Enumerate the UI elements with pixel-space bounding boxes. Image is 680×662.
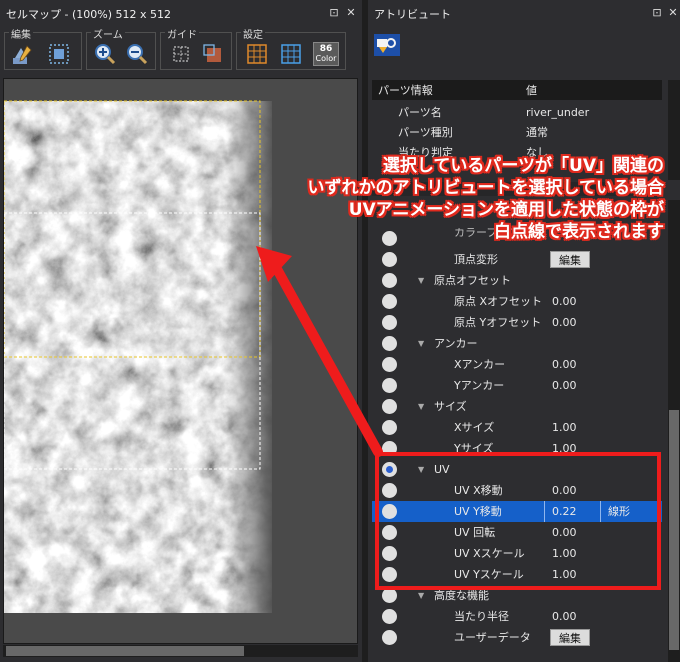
attribute-label: ユーザーデータ	[454, 631, 531, 644]
pin-icon[interactable]: ⊡	[650, 6, 664, 20]
attribute-group-row[interactable]: ▼ サイズ	[372, 396, 662, 417]
background-color-button[interactable]: 86 Color	[313, 42, 339, 66]
top-table-scrollbar[interactable]	[668, 80, 680, 180]
settings-group: 設定 86 Color	[236, 26, 346, 70]
annotation-line-4: 白点線で表示されます	[494, 222, 664, 242]
annotation-text: 選択しているパーツが「UV」関連の いずれかのアトリビュートを選択している場合 …	[308, 155, 665, 243]
attribute-value[interactable]: 0.00	[552, 291, 577, 312]
attribute-label: 原点 Xオフセット	[454, 295, 543, 308]
attribute-label: 頂点変形	[454, 253, 498, 266]
attribute-group-label: サイズ	[434, 400, 467, 413]
edit-button[interactable]: 編集	[550, 251, 590, 268]
close-icon[interactable]: ✕	[344, 6, 358, 20]
river-texture-image	[4, 79, 357, 643]
cellmap-title: セルマップ - (100%) 512 x 512	[6, 8, 171, 21]
guide-group: ガイド	[160, 26, 232, 70]
zoom-group-label: ズーム	[91, 26, 125, 41]
guide-origin-icon[interactable]	[201, 42, 225, 66]
attribute-value[interactable]: 1.00	[552, 417, 577, 438]
keyframe-radio[interactable]	[382, 336, 397, 351]
settings-group-label: 設定	[241, 26, 265, 41]
uv-highlight-box	[375, 452, 661, 590]
select-cell-icon[interactable]	[47, 42, 71, 66]
color-button-number: 86	[319, 44, 333, 54]
attribute-group-label: アンカー	[434, 337, 478, 350]
attribute-value[interactable]: 0.00	[552, 375, 577, 396]
attribute-row[interactable]: ユーザーデータ 編集	[372, 627, 662, 648]
attribute-table-header: パーツ情報 値	[372, 80, 662, 100]
keyframe-radio[interactable]	[382, 630, 397, 645]
cellmap-titlebar: セルマップ - (100%) 512 x 512 ⊡ ✕	[0, 0, 362, 28]
zoom-in-icon[interactable]	[93, 42, 117, 66]
cellmap-hscroll-thumb[interactable]	[6, 646, 244, 656]
zoom-out-icon[interactable]	[125, 42, 149, 66]
zoom-group: ズーム	[86, 26, 156, 70]
keyframe-radio[interactable]	[382, 399, 397, 414]
cellmap-viewport[interactable]	[3, 78, 358, 644]
key-frame-icon[interactable]	[374, 34, 400, 56]
attribute-row[interactable]: Xサイズ 1.00	[372, 417, 662, 438]
attribute-label: Xアンカー	[454, 358, 506, 371]
attribute-row[interactable]: Xアンカー 0.00	[372, 354, 662, 375]
keyframe-radio[interactable]	[382, 252, 397, 267]
parts-info-label: パーツ種別	[398, 126, 453, 139]
attribute-row[interactable]: Yアンカー 0.00	[372, 375, 662, 396]
attribute-scroll-thumb[interactable]	[669, 410, 679, 650]
parts-info-value: river_under	[526, 106, 590, 119]
attribute-row[interactable]: 原点 Xオフセット 0.00	[372, 291, 662, 312]
attribute-row[interactable]: 頂点変形 編集	[372, 249, 662, 270]
edit-group: 編集	[4, 26, 82, 70]
expand-triangle-icon[interactable]: ▼	[418, 270, 424, 291]
attribute-label: Xサイズ	[454, 421, 495, 434]
keyframe-radio[interactable]	[382, 420, 397, 435]
attribute-value[interactable]: 0.00	[552, 354, 577, 375]
annotation-line-3: UVアニメーションを適用した状態の枠が	[348, 200, 664, 220]
header-value: 値	[526, 84, 537, 97]
keyframe-radio[interactable]	[382, 378, 397, 393]
attribute-titlebar: アトリビュート ⊡ ✕	[368, 0, 680, 28]
grid-orange-icon[interactable]	[245, 42, 269, 66]
guide-group-label: ガイド	[165, 26, 199, 41]
keyframe-radio[interactable]	[382, 315, 397, 330]
attribute-row[interactable]: 当たり半径 0.00	[372, 606, 662, 627]
parts-info-row[interactable]: パーツ名 river_under	[372, 102, 662, 123]
attribute-row[interactable]: 原点 Yオフセット 0.00	[372, 312, 662, 333]
attribute-value[interactable]: 0.00	[552, 312, 577, 333]
edit-button[interactable]: 編集	[550, 629, 590, 646]
attribute-label: Yアンカー	[454, 379, 505, 392]
annotation-line-2: いずれかのアトリビュートを選択している場合	[307, 178, 665, 198]
attribute-group-row[interactable]: ▼ 原点オフセット	[372, 270, 662, 291]
cellmap-panel: セルマップ - (100%) 512 x 512 ⊡ ✕ 編集 ズーム ガイド …	[0, 0, 362, 662]
attribute-group-label: 原点オフセット	[434, 274, 511, 287]
attribute-group-row[interactable]: ▼ アンカー	[372, 333, 662, 354]
annotation-line-1: 選択しているパーツが「UV」関連の	[382, 156, 664, 176]
color-button-label: Color	[315, 54, 337, 63]
grid-blue-icon[interactable]	[279, 42, 303, 66]
attribute-label: 原点 Yオフセット	[454, 316, 542, 329]
edit-group-label: 編集	[9, 26, 33, 41]
parts-info-row[interactable]: パーツ種別 通常	[372, 122, 662, 143]
expand-triangle-icon[interactable]: ▼	[418, 396, 424, 417]
edit-pencil-icon[interactable]	[11, 42, 35, 66]
close-icon[interactable]: ✕	[666, 6, 680, 20]
guide-grid-icon[interactable]	[169, 42, 193, 66]
expand-triangle-icon[interactable]: ▼	[418, 333, 424, 354]
cellmap-toolbar: 編集 ズーム ガイド 設定 86 Color	[0, 26, 362, 74]
parts-info-label: パーツ名	[398, 106, 442, 119]
keyframe-radio[interactable]	[382, 273, 397, 288]
keyframe-radio[interactable]	[382, 294, 397, 309]
attribute-value[interactable]: 0.00	[552, 606, 577, 627]
keyframe-radio[interactable]	[382, 357, 397, 372]
attribute-title: アトリビュート	[374, 8, 451, 21]
header-parts-info: パーツ情報	[378, 84, 433, 97]
parts-info-value: 通常	[526, 126, 548, 139]
attribute-label: 当たり半径	[454, 610, 509, 623]
keyframe-radio[interactable]	[382, 609, 397, 624]
keyframe-radio[interactable]	[382, 588, 397, 603]
pin-icon[interactable]: ⊡	[327, 6, 341, 20]
